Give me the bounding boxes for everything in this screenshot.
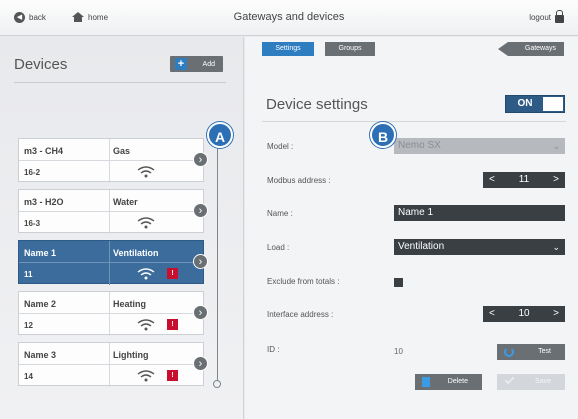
- device-type: Ventilation: [113, 248, 159, 258]
- chevron-right-icon[interactable]: ›: [193, 254, 208, 269]
- refresh-icon: [504, 347, 514, 357]
- device-settings-title: Device settings: [266, 96, 368, 113]
- devices-title: Devices: [14, 56, 68, 73]
- id-value: 10: [394, 347, 403, 356]
- logout-button[interactable]: logout: [529, 10, 564, 23]
- name-label: Name :: [267, 209, 293, 218]
- test-label: Test: [538, 348, 551, 355]
- test-button[interactable]: Test: [497, 344, 565, 360]
- load-label: Load :: [267, 243, 290, 252]
- timeline-line: [217, 142, 218, 382]
- divider: [14, 82, 226, 83]
- device-address: 12: [24, 321, 33, 330]
- exclude-label: Exclude from totals :: [267, 277, 340, 286]
- device-name: m3 - CH4: [24, 146, 64, 156]
- interface-address-stepper[interactable]: 10 < >: [483, 306, 565, 322]
- timeline-end-dot: [213, 380, 221, 388]
- model-label: Model :: [267, 142, 294, 151]
- toggle-label: ON: [517, 98, 533, 109]
- wifi-icon: [137, 166, 155, 178]
- wifi-icon: [137, 370, 155, 382]
- chevron-right-icon[interactable]: ›: [193, 305, 208, 320]
- save-label: Save: [535, 378, 551, 385]
- chevron-right-icon[interactable]: ›: [193, 356, 208, 371]
- device-type: Lighting: [113, 350, 149, 360]
- add-label: Add: [202, 60, 215, 68]
- id-label: ID :: [267, 345, 280, 354]
- increment-button[interactable]: >: [553, 172, 559, 188]
- tab-groups[interactable]: Groups: [325, 42, 375, 56]
- add-device-button[interactable]: + Add: [170, 56, 223, 72]
- device-type: Water: [113, 197, 138, 207]
- increment-button[interactable]: >: [553, 306, 559, 322]
- check-icon: [504, 374, 515, 385]
- alert-icon: !: [167, 268, 178, 279]
- device-name: Name 1: [24, 248, 57, 258]
- chevron-down-icon: ⌄: [552, 141, 560, 151]
- device-card-selected[interactable]: Name 1 Ventilation 11 !: [18, 240, 205, 285]
- modbus-address-label: Modbus address :: [267, 176, 331, 185]
- load-value: Ventilation: [398, 241, 445, 252]
- device-type: Heating: [113, 299, 147, 309]
- exclude-checkbox[interactable]: [394, 278, 403, 287]
- device-address: 11: [24, 270, 33, 279]
- chevron-right-icon[interactable]: ›: [193, 203, 208, 218]
- logout-label: logout: [529, 13, 551, 22]
- lock-icon: [555, 10, 564, 23]
- chevron-right-icon[interactable]: ›: [193, 152, 208, 167]
- wifi-icon: [137, 217, 155, 229]
- divider: [262, 121, 566, 122]
- model-value: Nemo SX: [398, 140, 441, 151]
- gateways-button[interactable]: Gateways: [498, 42, 564, 56]
- decrement-button[interactable]: <: [489, 172, 495, 188]
- tab-settings[interactable]: Settings: [262, 42, 314, 56]
- load-select[interactable]: Ventilation ⌄: [394, 239, 565, 255]
- trash-icon: [422, 377, 430, 387]
- wifi-icon: [137, 268, 155, 280]
- name-field[interactable]: Name 1: [394, 205, 565, 221]
- device-card[interactable]: m3 - CH4 Gas 16-2: [18, 138, 205, 183]
- callout-badge-a: A: [207, 122, 233, 148]
- plus-icon: +: [175, 58, 187, 70]
- device-enabled-toggle[interactable]: ON: [505, 95, 565, 113]
- device-name: Name 3: [24, 350, 57, 360]
- callout-badge-b: B: [370, 122, 396, 148]
- delete-label: Delete: [447, 378, 468, 385]
- device-address: 16-3: [24, 219, 41, 228]
- name-value: Name 1: [398, 207, 434, 218]
- wifi-icon: [137, 319, 155, 331]
- modbus-address-stepper[interactable]: 11 < >: [483, 172, 565, 188]
- page-title: Gateways and devices: [233, 11, 345, 23]
- alert-icon: !: [167, 319, 178, 330]
- device-card[interactable]: Name 2 Heating 12 !: [18, 291, 205, 336]
- device-card[interactable]: Name 3 Lighting 14 !: [18, 342, 205, 387]
- alert-icon: !: [167, 370, 178, 381]
- device-card[interactable]: m3 - H2O Water 16-3: [18, 189, 205, 234]
- chevron-down-icon: ⌄: [552, 242, 560, 252]
- interface-address-label: Interface address :: [267, 310, 334, 319]
- model-select: Nemo SX ⌄: [394, 138, 565, 154]
- device-type: Gas: [113, 146, 131, 156]
- decrement-button[interactable]: <: [489, 306, 495, 322]
- device-address: 14: [24, 372, 33, 381]
- device-name: m3 - H2O: [24, 197, 64, 207]
- device-address: 16-2: [24, 168, 41, 177]
- device-name: Name 2: [24, 299, 57, 309]
- save-button[interactable]: Save: [497, 374, 565, 390]
- top-bar: ◀ back home Gateways and devices logout: [0, 0, 578, 36]
- toggle-knob: [543, 97, 563, 111]
- delete-button[interactable]: Delete: [415, 374, 482, 390]
